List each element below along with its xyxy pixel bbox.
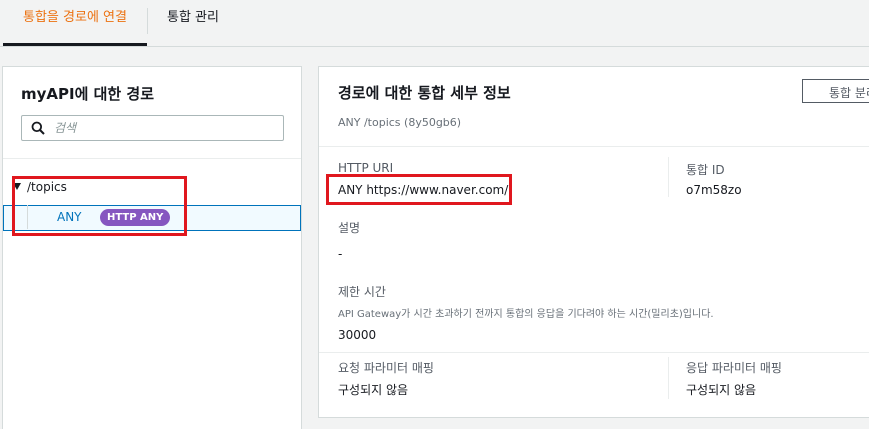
tab-bar: 통합을 경로에 연결 통합 관리 xyxy=(0,0,869,47)
integration-id-label: 통합 ID xyxy=(686,163,725,177)
tree-guide-line xyxy=(27,205,28,229)
params-divider xyxy=(319,352,869,353)
integration-type-badge: HTTP ANY xyxy=(100,209,171,226)
routes-panel-title: myAPI에 대한 경로 xyxy=(21,85,155,103)
details-title: 경로에 대한 통합 세부 정보 xyxy=(338,84,511,102)
tab-attach-integration[interactable]: 통합을 경로에 연결 xyxy=(3,0,147,46)
column-separator xyxy=(668,157,669,197)
integration-details-panel: 경로에 대한 통합 세부 정보 ANY /topics (8y50gb6) 통합… xyxy=(318,66,869,418)
details-divider xyxy=(319,146,869,147)
search-icon xyxy=(31,121,45,135)
timeout-label: 제한 시간 xyxy=(338,285,386,299)
response-params-label: 응답 파라미터 매핑 xyxy=(686,361,782,375)
http-uri-label: HTTP URI xyxy=(338,161,394,175)
details-subtitle: ANY /topics (8y50gb6) xyxy=(338,116,462,129)
routes-panel: myAPI에 대한 경로 /topics ANY HTTP ANY xyxy=(2,66,302,429)
caret-down-icon xyxy=(13,183,21,190)
route-any-topics[interactable]: ANY HTTP ANY xyxy=(3,205,301,231)
route-method-label: ANY xyxy=(57,210,82,224)
response-params-value: 구성되지 않음 xyxy=(686,383,757,397)
panel-divider xyxy=(3,158,301,159)
route-topics[interactable]: /topics xyxy=(13,180,67,194)
search-box[interactable] xyxy=(21,115,284,141)
tab-manage-integrations[interactable]: 통합 관리 xyxy=(167,0,219,45)
timeout-hint: API Gateway가 시간 초과하기 전까지 통합의 응답을 기다려야 하는… xyxy=(338,309,714,320)
description-label: 설명 xyxy=(338,221,361,235)
description-value: - xyxy=(338,247,343,261)
http-uri-value: ANY https://www.naver.com/ xyxy=(338,183,509,197)
detach-integration-button[interactable]: 통합 분리 xyxy=(802,79,869,103)
integration-id-value: o7m58zo xyxy=(686,183,742,197)
timeout-value: 30000 xyxy=(338,328,377,342)
tab-separator xyxy=(147,8,148,34)
column-separator xyxy=(668,357,669,399)
route-topics-label: /topics xyxy=(27,180,67,194)
request-params-label: 요청 파라미터 매핑 xyxy=(338,361,434,375)
request-params-value: 구성되지 않음 xyxy=(338,383,409,397)
search-input[interactable] xyxy=(52,117,281,139)
